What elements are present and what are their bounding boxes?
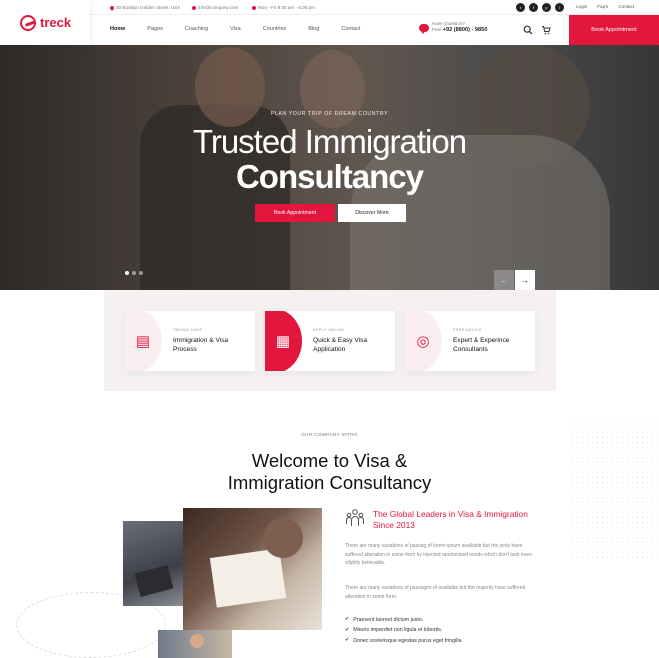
about-checklist: ✔ Praesent laoreet dictum justo. ✔ Mauris … bbox=[345, 615, 462, 646]
list-item: ✔ Mauris imperdiet non ligula et lobortis… bbox=[345, 625, 462, 635]
list-item-text: Mauris imperdiet non ligula et lobortis. bbox=[353, 627, 443, 634]
intro-title: Welcome to Visa & Immigration Consultanc… bbox=[0, 450, 659, 494]
hero-slider: PLAN YOUR TRIP OF DREAM COUNTRY Trusted … bbox=[0, 45, 659, 290]
hero-kicker: PLAN YOUR TRIP OF DREAM COUNTRY bbox=[270, 111, 389, 117]
email-icon bbox=[192, 5, 196, 10]
pinterest-icon[interactable]: p bbox=[542, 3, 551, 12]
address-info: 30 Booklyn Golden Street, USA bbox=[109, 4, 181, 11]
cart-icon[interactable] bbox=[541, 25, 551, 35]
team-icon bbox=[346, 509, 364, 526]
nav-item-coaching[interactable]: Coaching bbox=[185, 26, 208, 32]
hours-info: Mon - Fri 8.00 am - 6.00 pm bbox=[252, 5, 315, 10]
nav-item-home[interactable]: Home bbox=[110, 26, 125, 32]
phone-number[interactable]: +92 (8800) - 9850 bbox=[443, 27, 488, 33]
slider-dot[interactable] bbox=[132, 271, 136, 275]
social-links: t f p i bbox=[516, 3, 564, 12]
intro-photo-woman bbox=[158, 630, 232, 658]
email-info[interactable]: info@company.com bbox=[192, 5, 238, 10]
globe-icon: ◎ bbox=[416, 333, 430, 350]
feature-card-visa-application[interactable]: ▦ APPLY ONLINE Quick & Easy Visa Applica… bbox=[265, 311, 395, 371]
features-strip: ▤ TAKING CARE Immigration & Visa Process… bbox=[104, 290, 556, 391]
slider-dots bbox=[125, 271, 143, 275]
list-item-text: Praesent laoreet dictum justo. bbox=[353, 617, 424, 623]
passport-icon: ▤ bbox=[135, 333, 151, 350]
nav-item-blog[interactable]: Blog bbox=[308, 26, 319, 32]
header-icons bbox=[523, 25, 551, 35]
feature-card-immigration[interactable]: ▤ TAKING CARE Immigration & Visa Process bbox=[125, 311, 255, 371]
logo-mark-icon bbox=[20, 14, 36, 31]
free-label: Free bbox=[432, 26, 442, 32]
instagram-icon[interactable]: i bbox=[555, 3, 564, 12]
check-icon: ✔ bbox=[345, 636, 350, 643]
chat-icon bbox=[419, 23, 429, 34]
clock-icon bbox=[252, 5, 256, 10]
header-phone-text: Have Question? Free +92 (8800) - 9850 bbox=[432, 21, 487, 34]
location-pin-icon bbox=[109, 4, 115, 11]
book-appointment-button[interactable]: Book Appointment bbox=[255, 204, 335, 222]
feature-subtitle: APPLY ONLINE bbox=[313, 327, 345, 332]
intro-title-line2: Immigration Consultancy bbox=[227, 472, 432, 494]
list-item: ✔ Donec scelerisque egestas purus eget fr… bbox=[345, 636, 462, 646]
main-header: treck Home Pages Coaching Visa Countries… bbox=[0, 0, 659, 45]
slider-dot[interactable] bbox=[125, 271, 129, 275]
logo[interactable]: treck bbox=[0, 0, 90, 45]
contact-link[interactable]: Contact bbox=[618, 4, 634, 9]
login-link[interactable]: Login bbox=[576, 4, 587, 9]
main-nav: Home Pages Coaching Visa Countries Blog … bbox=[110, 26, 382, 32]
logo-text: treck bbox=[40, 15, 72, 30]
document-icon: ▦ bbox=[275, 333, 291, 350]
intro-title-line1: Welcome to Visa & bbox=[251, 450, 408, 471]
about-lead-line1: The Global Leaders in Visa & Immigration bbox=[373, 509, 528, 519]
about-lead-line2: Since 2013 bbox=[373, 519, 415, 530]
header-phone[interactable]: Have Question? Free +92 (8800) - 9850 bbox=[419, 21, 487, 34]
intro-photo-signing bbox=[183, 508, 322, 630]
search-icon[interactable] bbox=[523, 25, 533, 35]
hero-title-line1: Trusted Immigration bbox=[192, 123, 467, 160]
intro-kicker: OUR COMPANY INTRO bbox=[301, 432, 358, 437]
feature-subtitle: TAKING CARE bbox=[173, 327, 203, 332]
feature-title: Immigration & Visa Process bbox=[173, 337, 229, 353]
about-lead: The Global Leaders in Visa & Immigration… bbox=[373, 509, 548, 530]
feature-subtitle: FREE ADVICE bbox=[453, 327, 483, 332]
about-paragraph-2: There are many variations of passages of… bbox=[345, 585, 526, 600]
nav-item-visa[interactable]: Visa bbox=[230, 26, 241, 32]
intro-photo-passport bbox=[123, 521, 183, 606]
hero-title-line2: Consultancy bbox=[235, 158, 424, 195]
list-item-text: Donec scelerisque egestas purus eget fri… bbox=[353, 637, 462, 644]
feature-title: Quick & Easy Visa Application bbox=[313, 337, 368, 353]
faq-link[interactable]: Faq's bbox=[597, 4, 608, 9]
hours-text: Mon - Fri 8.00 am - 6.00 pm bbox=[258, 5, 315, 10]
feature-card-consultants[interactable]: ◎ FREE ADVICE Expert & Experince Consult… bbox=[405, 311, 535, 371]
twitter-icon[interactable]: t bbox=[516, 3, 525, 12]
discover-more-button[interactable]: Discover More bbox=[338, 204, 406, 222]
top-links: Login Faq's Contact bbox=[576, 4, 634, 9]
book-appointment-header-button[interactable]: Book Appointment bbox=[569, 15, 659, 45]
facebook-icon[interactable]: f bbox=[529, 3, 538, 12]
nav-item-countries[interactable]: Countries bbox=[263, 26, 287, 32]
slider-prev-arrow-icon[interactable]: ← bbox=[494, 270, 514, 290]
feature-title: Expert & Experince Consultants bbox=[453, 337, 510, 353]
list-item: ✔ Praesent laoreet dictum justo. bbox=[345, 615, 462, 625]
email-text[interactable]: info@company.com bbox=[198, 5, 238, 10]
top-info-bar: 30 Booklyn Golden Street, USA info@compa… bbox=[0, 0, 659, 15]
check-icon: ✔ bbox=[345, 616, 350, 623]
nav-item-pages[interactable]: Pages bbox=[147, 26, 163, 32]
address-text: 30 Booklyn Golden Street, USA bbox=[116, 5, 181, 10]
about-paragraph-1: There are many variations of passag of l… bbox=[345, 543, 532, 566]
check-icon: ✔ bbox=[345, 626, 350, 633]
slider-dot[interactable] bbox=[139, 271, 143, 275]
nav-item-contact[interactable]: Contact bbox=[341, 26, 360, 32]
slider-next-arrow-icon[interactable]: → bbox=[515, 270, 535, 290]
